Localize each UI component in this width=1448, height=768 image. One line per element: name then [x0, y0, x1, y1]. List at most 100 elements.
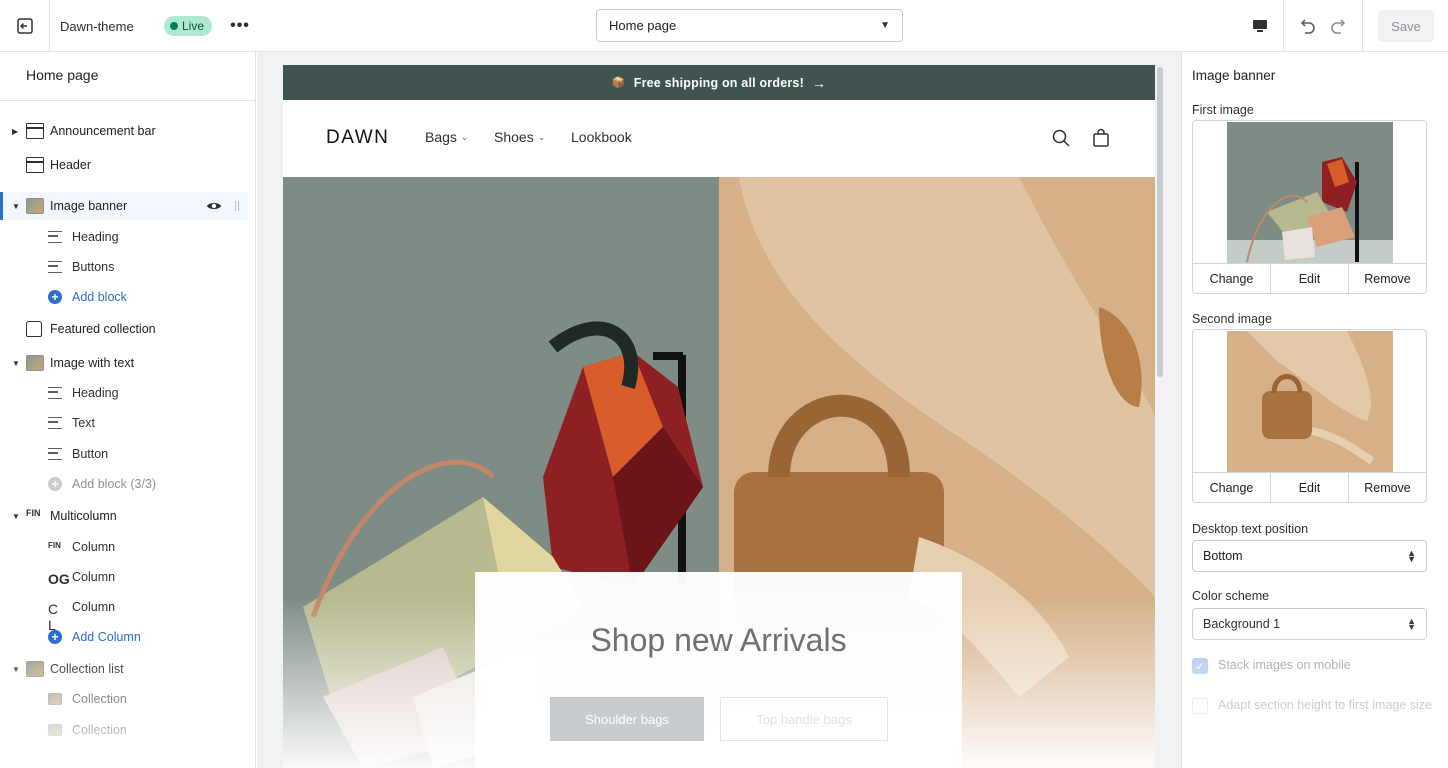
settings-sidebar: Image banner First image Change Edit Rem… — [1181, 52, 1448, 768]
edit-image-button[interactable]: Edit — [1271, 473, 1349, 502]
status-dot-icon — [170, 22, 178, 30]
checkbox-checked-icon[interactable]: ✓ — [1192, 658, 1208, 674]
sidebar-item-featured-collection[interactable]: Featured collection — [0, 315, 248, 343]
sidebar-item-text[interactable]: Text — [0, 409, 248, 437]
sidebar-item-multicolumn[interactable]: ▼ FIN Multicolumn — [0, 502, 248, 530]
expand-arrow-icon[interactable]: ▶ — [12, 127, 18, 136]
banner-heading[interactable]: Shop new Arrivals — [475, 622, 962, 659]
sidebar-item-column[interactable]: FIN Column — [0, 533, 248, 561]
add-block-label: Add block (3/3) — [72, 477, 157, 491]
image-with-text-icon — [26, 355, 44, 371]
sidebar-item-label: Column — [72, 570, 116, 584]
add-column-button[interactable]: + Add Column — [0, 623, 248, 651]
nav-label: Shoes — [494, 129, 534, 145]
cart-icon[interactable] — [1091, 128, 1111, 148]
sidebar-item-announcement-bar[interactable]: ▶ Announcement bar — [0, 117, 248, 145]
sidebar-item-image-with-text[interactable]: ▼ Image with text — [0, 349, 248, 377]
eye-icon[interactable] — [206, 200, 222, 212]
checkbox-label: Adapt section height to first image size — [1218, 698, 1433, 712]
sidebar-item-label: Heading — [72, 386, 119, 400]
second-image-label: Second image — [1192, 312, 1272, 326]
store-logo[interactable]: DAWN — [326, 127, 389, 149]
edit-image-button[interactable]: Edit — [1271, 264, 1349, 293]
sidebar-item-label: Buttons — [72, 260, 115, 274]
nav-item-lookbook[interactable]: Lookbook — [571, 129, 632, 145]
collapse-arrow-icon[interactable]: ▼ — [12, 202, 20, 211]
sidebar-item-label: Column — [72, 600, 116, 614]
text-block-icon — [48, 231, 62, 243]
divider — [0, 100, 255, 101]
add-block-label: Add block — [72, 290, 127, 304]
sidebar-item-heading[interactable]: Heading — [0, 379, 248, 407]
exit-icon — [16, 18, 33, 34]
first-image-thumbnail[interactable] — [1227, 122, 1393, 263]
announcement-bar[interactable]: 📦 Free shipping on all orders! → — [283, 65, 1155, 100]
checkbox-unchecked-icon[interactable] — [1192, 698, 1208, 714]
save-button[interactable]: Save — [1378, 10, 1434, 42]
sidebar-title: Home page — [26, 67, 99, 83]
desktop-icon — [1252, 20, 1267, 32]
image-banner[interactable]: Shop new Arrivals Shoulder bags Top hand… — [283, 177, 1155, 768]
announcement-bar-icon — [26, 123, 44, 139]
redo-icon — [1331, 19, 1346, 34]
search-icon[interactable] — [1051, 128, 1071, 148]
collapse-arrow-icon[interactable]: ▼ — [12, 512, 20, 521]
second-image-actions: Change Edit Remove — [1193, 472, 1426, 502]
sidebar-item-collection[interactable]: Collection — [0, 685, 248, 713]
drag-handle-icon[interactable] — [235, 201, 239, 211]
collection-list-icon — [26, 661, 44, 677]
sidebar-item-collection[interactable]: Collection — [0, 716, 248, 744]
sidebar-item-column[interactable]: OG Column — [0, 563, 248, 591]
status-badge: Live — [164, 16, 213, 36]
first-image-picker: Change Edit Remove — [1192, 120, 1427, 294]
device-preview-button[interactable] — [1236, 0, 1284, 52]
remove-image-button[interactable]: Remove — [1349, 264, 1426, 293]
page-selector-value: Home page — [609, 18, 677, 33]
sidebar-item-label: Collection list — [50, 662, 124, 676]
store-header: DAWN Bags ⌄ Shoes ⌄ Lookbook — [283, 100, 1155, 177]
sidebar-item-column[interactable]: C L Column — [0, 593, 248, 633]
sidebar-item-heading[interactable]: Heading — [0, 223, 248, 251]
second-image-thumbnail[interactable] — [1227, 331, 1393, 472]
page-selector[interactable]: Home page ▼ — [596, 9, 903, 42]
top-handle-bags-button[interactable]: Top handle bags — [720, 697, 888, 741]
text-block-icon — [48, 387, 62, 399]
undo-button[interactable] — [1294, 14, 1320, 40]
second-image-picker: Change Edit Remove — [1192, 329, 1427, 503]
desktop-text-position-select[interactable]: Bottom ▲ ▼ — [1192, 540, 1427, 572]
sidebar-item-label: Header — [50, 158, 91, 172]
text-block-icon — [48, 448, 62, 460]
change-image-button[interactable]: Change — [1193, 264, 1271, 293]
collapse-arrow-icon[interactable]: ▼ — [12, 359, 20, 368]
exit-button[interactable] — [0, 0, 50, 52]
add-block-button[interactable]: + Add block — [0, 283, 248, 311]
nav-item-bags[interactable]: Bags ⌄ — [425, 129, 468, 145]
redo-button[interactable] — [1326, 14, 1352, 40]
chevron-down-icon: ⌄ — [460, 131, 469, 142]
nav-item-shoes[interactable]: Shoes ⌄ — [494, 129, 545, 145]
sidebar-item-collection-list[interactable]: ▼ Collection list — [0, 655, 248, 683]
color-scheme-label: Color scheme — [1192, 589, 1270, 603]
image-banner-icon — [26, 198, 44, 214]
remove-image-button[interactable]: Remove — [1349, 473, 1426, 502]
settings-title: Image banner — [1192, 68, 1276, 83]
sidebar-item-buttons[interactable]: Buttons — [0, 253, 248, 281]
color-scheme-select[interactable]: Background 1 ▲ ▼ — [1192, 608, 1427, 640]
column-thumbnail-icon: C L — [48, 601, 59, 633]
package-icon: 📦 — [611, 77, 626, 89]
more-actions-button[interactable]: ••• — [228, 14, 252, 38]
sidebar-item-image-banner[interactable]: ▼ Image banner — [0, 192, 248, 220]
sidebar-item-label: Image banner — [50, 199, 128, 213]
sidebar-item-button[interactable]: Button — [0, 440, 248, 468]
sidebar-item-header[interactable]: Header — [0, 151, 248, 179]
stack-images-checkbox-row[interactable]: ✓ Stack images on mobile — [1192, 658, 1432, 674]
preview-scrollbar[interactable] — [1157, 67, 1163, 377]
text-block-icon — [48, 417, 62, 429]
desktop-text-position-label: Desktop text position — [1192, 522, 1309, 536]
collapse-arrow-icon[interactable]: ▼ — [12, 665, 20, 674]
change-image-button[interactable]: Change — [1193, 473, 1271, 502]
adapt-height-checkbox-row[interactable]: Adapt section height to first image size — [1192, 698, 1432, 714]
checkbox-label: Stack images on mobile — [1218, 658, 1351, 672]
shoulder-bags-button[interactable]: Shoulder bags — [550, 697, 704, 741]
featured-collection-icon — [26, 321, 42, 337]
